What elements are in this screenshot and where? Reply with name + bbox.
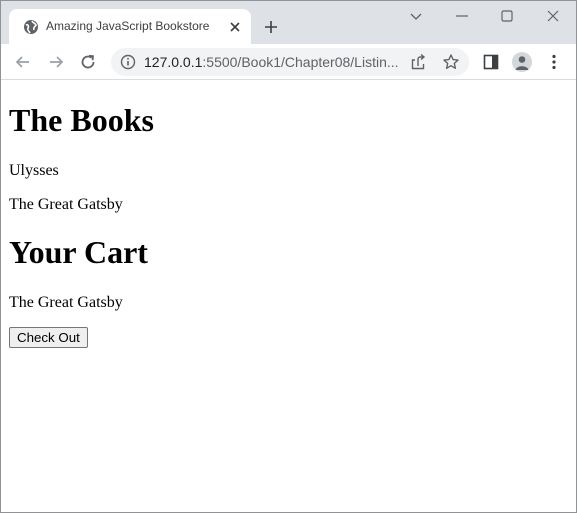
check-out-button[interactable]: Check Out: [9, 327, 88, 348]
reload-icon[interactable]: [79, 53, 97, 71]
tab-strip: Amazing JavaScript Bookstore: [1, 1, 576, 44]
side-panel-icon[interactable]: [482, 53, 500, 71]
profile-avatar-icon[interactable]: [512, 52, 532, 72]
cart-heading: Your Cart: [9, 234, 148, 270]
minimize-icon[interactable]: [454, 8, 470, 24]
book-item: Ulysses: [9, 162, 59, 179]
close-tab-icon[interactable]: [227, 19, 243, 35]
cart-item: The Great Gatsby: [9, 294, 123, 311]
bookmark-star-icon[interactable]: [442, 53, 460, 71]
books-heading: The Books: [9, 102, 154, 138]
tab-title: Amazing JavaScript Bookstore: [46, 19, 210, 33]
browser-toolbar: 127.0.0.1:5500/Book1/Chapter08/Listin...: [1, 44, 576, 80]
globe-icon: [23, 19, 39, 35]
tab-search-chevron-icon[interactable]: [408, 8, 424, 24]
close-window-icon[interactable]: [545, 8, 561, 24]
url-path: :5500/Book1/Chapter08/Listin...: [202, 54, 399, 70]
browser-window: Amazing JavaScript Bookstore 127.0.0.1:5…: [0, 0, 577, 513]
url-text[interactable]: 127.0.0.1:5500/Book1/Chapter08/Listin...: [144, 54, 400, 70]
maximize-icon[interactable]: [499, 8, 515, 24]
book-item: The Great Gatsby: [9, 196, 123, 213]
more-menu-icon[interactable]: [545, 53, 563, 71]
page-content: The Books Ulysses The Great Gatsby Your …: [1, 81, 576, 512]
share-icon[interactable]: [409, 53, 427, 71]
new-tab-icon[interactable]: [262, 18, 280, 36]
forward-arrow-icon[interactable]: [47, 53, 65, 71]
address-bar[interactable]: 127.0.0.1:5500/Book1/Chapter08/Listin...: [111, 48, 469, 76]
back-arrow-icon[interactable]: [14, 53, 32, 71]
url-host: 127.0.0.1: [144, 54, 203, 70]
browser-tab[interactable]: Amazing JavaScript Bookstore: [9, 9, 251, 44]
site-info-icon[interactable]: [120, 54, 136, 70]
